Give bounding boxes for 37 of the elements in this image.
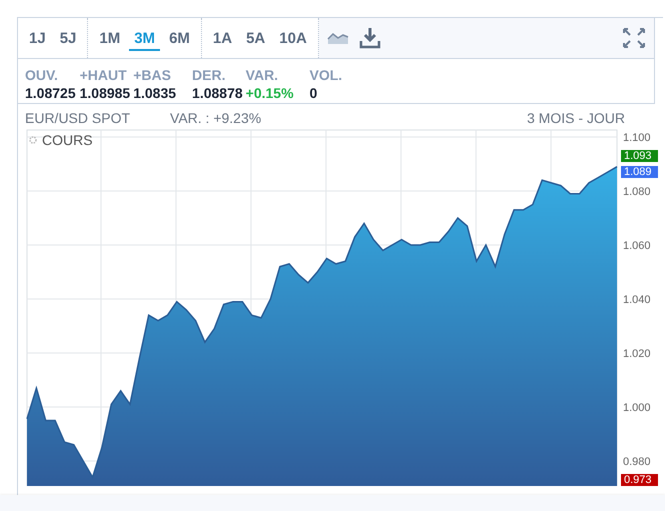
stat-value: 0 [310,85,318,101]
stat-label: OUV. [25,67,59,83]
stat-label: +BAS [133,67,172,83]
stat-value: +0.15% [246,85,294,101]
period-tab[interactable]: 3M [129,26,160,50]
period-tab[interactable]: 10A [274,26,312,50]
stat-value: 1.08725 [25,85,76,101]
stat-value: 1.08878 [192,85,243,101]
period-tab[interactable]: 1A [208,26,238,50]
period-tab[interactable]: 1M [94,26,126,50]
axis-label: 1.000 [623,402,651,414]
stat-label: VOL. [310,67,342,83]
fullscreen-icon[interactable] [622,27,646,49]
period-tab[interactable]: 6M [164,26,195,50]
axis-label: 1.040 [623,294,651,306]
stat-value: 1.0835 [133,85,176,101]
change-text: VAR. : +9.23% [170,110,262,128]
instrument-name: EUR/USD SPOT [25,110,130,128]
legend-label: COURS [42,132,93,148]
period-tab[interactable]: 1J [24,26,51,50]
price-tag: 1.093 [621,150,658,162]
period-tab[interactable]: 5J [54,26,82,50]
area-chart-icon[interactable] [326,31,349,45]
period-tab[interactable]: 5A [241,26,270,50]
axis-label: 1.060 [623,240,651,252]
stat-label: +HAUT [80,67,128,83]
axis-label: 0.980 [623,456,651,468]
axis-label: 1.080 [623,186,651,198]
stat-label: DER. [192,67,226,83]
price-tag: 1.089 [621,166,658,178]
period-text: 3 MOIS - JOUR [526,110,625,128]
stat-label: VAR. [246,67,280,83]
stat-value: 1.08985 [80,85,130,101]
axis-label: 1.100 [623,132,651,144]
axis-label: 1.020 [623,348,651,360]
price-tag: 0.973 [621,474,658,486]
download-icon[interactable] [358,27,381,49]
